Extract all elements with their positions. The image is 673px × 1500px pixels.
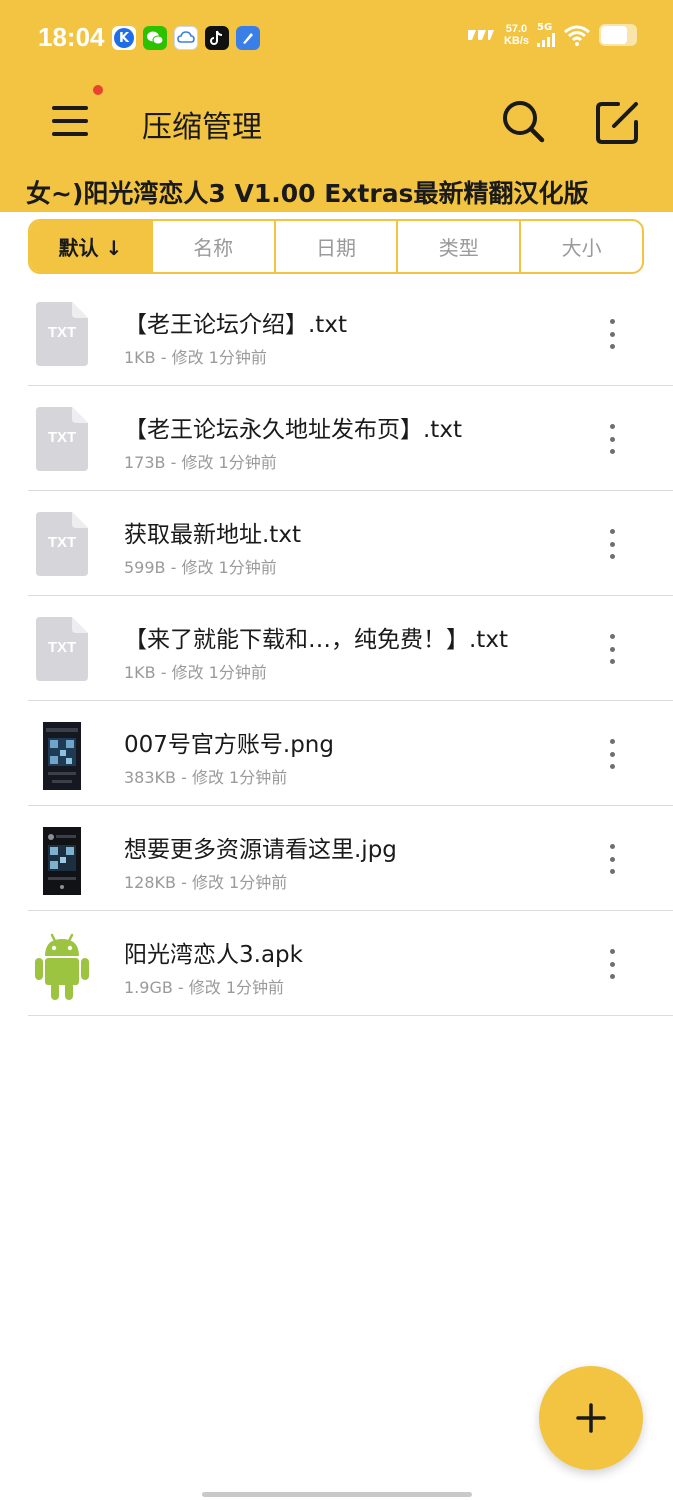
list-item[interactable]: TXT 【老王论坛介绍】.txt 1KB - 修改 1分钟前 [28,281,673,386]
tab-sort-date[interactable]: 日期 [273,221,397,272]
more-options-button[interactable] [606,844,618,874]
file-name: 007号官方账号.png [124,732,334,758]
file-name: 【来了就能下载和…，纯免费！】.txt [124,627,508,653]
file-name: 阳光湾恋人3.apk [124,942,303,968]
file-meta: 383KB - 修改 1分钟前 [124,768,288,787]
tab-sort-name[interactable]: 名称 [150,221,274,272]
file-name: 【老王论坛永久地址发布页】.txt [124,417,462,443]
txt-icon-label: TXT [47,324,77,341]
notification-dot [93,85,103,95]
more-options-button[interactable] [606,634,618,664]
clock: 18:04 [38,22,105,52]
app-toolbar: 压缩管理 [0,78,673,174]
edit-icon [596,102,638,144]
file-meta: 599B - 修改 1分钟前 [124,558,277,577]
file-name: 想要更多资源请看这里.jpg [124,837,397,863]
hamburger-icon [52,106,88,110]
file-meta: 173B - 修改 1分钟前 [124,453,277,472]
battery-icon [599,23,637,46]
wifi-icon [564,25,590,46]
image-thumbnail [36,827,88,895]
file-meta: 128KB - 修改 1分钟前 [124,873,288,892]
txt-file-icon: TXT [36,407,88,471]
file-meta: 1KB - 修改 1分钟前 [124,663,267,682]
more-options-button[interactable] [606,739,618,769]
more-options-button[interactable] [606,319,618,349]
network-speed-unit: KB/s [503,34,529,47]
list-item[interactable]: TXT 【来了就能下载和…，纯免费！】.txt 1KB - 修改 1分钟前 [28,596,673,701]
plus-icon [576,1403,606,1433]
list-item[interactable]: 阳光湾恋人3.apk 1.9GB - 修改 1分钟前 [28,911,673,1016]
notes-icon [236,26,260,50]
txt-file-icon: TXT [36,512,88,576]
page-title: 压缩管理 [142,110,262,145]
menu-button[interactable] [44,94,100,150]
network-speed-value: 57.0 [505,22,528,35]
txt-icon-label: TXT [47,534,77,551]
system-indicators: 57.0 KB/s 5G [466,22,637,47]
edit-button[interactable] [590,94,646,150]
list-item[interactable]: 想要更多资源请看这里.jpg 128KB - 修改 1分钟前 [28,806,673,911]
kuai-icon: K [112,26,136,50]
tab-sort-size[interactable]: 大小 [519,221,642,272]
search-icon [503,101,545,143]
search-button[interactable] [496,94,552,150]
current-path[interactable]: 女~)阳光湾恋人3 V1.00 Extras最新精翻汉化版 [26,174,588,210]
file-meta: 1.9GB - 修改 1分钟前 [124,978,285,997]
breadcrumb: 女~)阳光湾恋人3 V1.00 Extras最新精翻汉化版 [0,174,673,212]
status-bar: 18:04 K 57.0 KB/s 5G [0,0,673,78]
home-indicator[interactable] [202,1492,472,1497]
txt-icon-label: TXT [47,429,77,446]
file-list: TXT 【老王论坛介绍】.txt 1KB - 修改 1分钟前 TXT 【老王论坛… [28,281,673,1016]
add-button[interactable] [539,1366,643,1470]
file-meta: 1KB - 修改 1分钟前 [124,348,267,367]
txt-file-icon: TXT [36,617,88,681]
tab-sort-type[interactable]: 类型 [396,221,519,272]
list-item[interactable]: TXT 获取最新地址.txt 599B - 修改 1分钟前 [28,491,673,596]
image-thumbnail [36,722,88,790]
more-options-button[interactable] [606,949,618,979]
signal-icon [537,33,555,47]
notification-icons: K [112,26,260,50]
sort-tabs: 默认 ↓ 名称 日期 类型 大小 [28,219,644,274]
file-name: 获取最新地址.txt [124,522,301,548]
more-options-button[interactable] [606,424,618,454]
list-item[interactable]: TXT 【老王论坛永久地址发布页】.txt 173B - 修改 1分钟前 [28,386,673,491]
file-name: 【老王论坛介绍】.txt [124,312,347,338]
data-saver-icon [467,29,494,40]
android-icon [35,932,89,1000]
more-options-button[interactable] [606,529,618,559]
tab-sort-default[interactable]: 默认 ↓ [30,221,151,272]
txt-icon-label: TXT [47,639,77,656]
list-item[interactable]: 007号官方账号.png 383KB - 修改 1分钟前 [28,701,673,806]
network-speed: 57.0 KB/s [504,23,529,47]
tiktok-icon [205,26,229,50]
wechat-icon [143,26,167,50]
cloud-drive-icon [174,26,198,50]
network-type: 5G [537,22,553,33]
txt-file-icon: TXT [36,302,88,366]
